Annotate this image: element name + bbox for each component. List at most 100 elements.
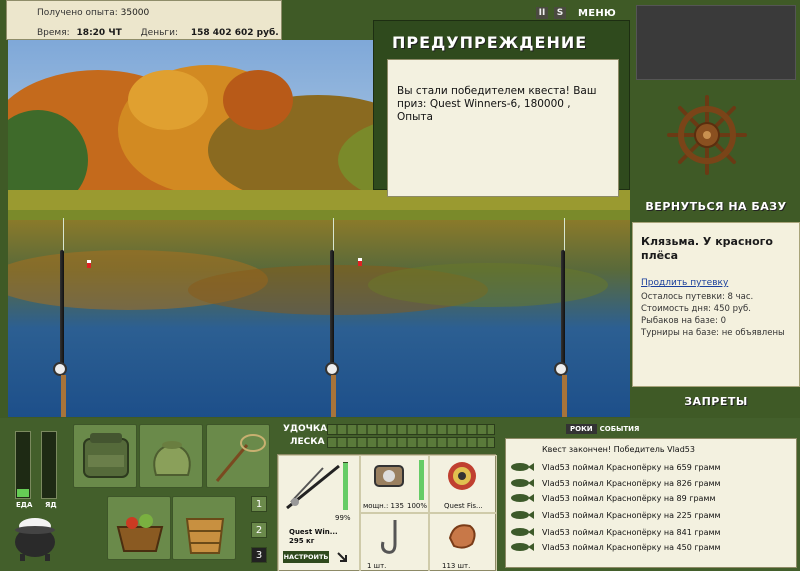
float-1[interactable]	[87, 260, 91, 268]
food-gauge-fill	[17, 489, 29, 497]
rod-handle-3	[562, 375, 567, 417]
reel-durability-bar	[419, 460, 424, 500]
setup-button[interactable]: НАСТРОИТЬ	[283, 551, 329, 563]
food-gauge	[15, 431, 31, 499]
bait-count: 113 шт.	[442, 562, 471, 570]
bans-button[interactable]: ЗАПРЕТЫ	[636, 395, 796, 408]
fishing-rod-icon	[286, 464, 340, 510]
event-text: Vlad53 поймал Краснопёрку на 841 грамм	[542, 527, 721, 537]
line-bar-label: ЛЕСКА	[290, 437, 325, 447]
rod-3[interactable]	[561, 250, 565, 370]
tab-roki[interactable]: РОКИ	[566, 424, 597, 434]
events-tabs: РОКИ СОБЫТИЯ	[566, 422, 639, 436]
reel-power: мощн.: 135	[363, 502, 404, 510]
food-basket-slot[interactable]	[107, 496, 171, 560]
basket-icon	[116, 514, 164, 552]
rod-strength-bar	[327, 424, 495, 435]
hook-cell[interactable]: 1 шт.	[360, 513, 429, 571]
event-row: Vlad53 поймал Краснопёрку на 659 грамм	[510, 460, 721, 474]
warning-dialog: ПРЕДУПРЕЖДЕНИЕ Вы стали победителем квес…	[373, 20, 630, 197]
warning-title: ПРЕДУПРЕЖДЕНИЕ	[392, 33, 588, 52]
rod-durability-bar	[343, 462, 348, 510]
location-panel: Клязьма. У красного плёса Продлить путев…	[632, 222, 800, 387]
bag-slot[interactable]	[139, 424, 203, 488]
warning-message: Вы стали победителем квеста! Ваш приз: Q…	[387, 59, 619, 197]
menu-button[interactable]: МЕНЮ	[578, 8, 616, 19]
bait-shrimp-icon	[448, 524, 476, 549]
extend-permit-link[interactable]: Продлить путевку	[641, 278, 728, 288]
cooking-pot-icon[interactable]	[10, 512, 60, 562]
event-text: Vlad53 поймал Краснопёрку на 659 грамм	[542, 462, 721, 472]
rod-2[interactable]	[330, 250, 334, 370]
backpack-slot[interactable]	[73, 424, 137, 488]
location-name: Клязьма. У красного плёса	[641, 235, 773, 262]
reel-1[interactable]	[53, 362, 67, 376]
experience-value: 35000	[120, 8, 150, 18]
arrow-down-right-icon[interactable]	[337, 552, 349, 564]
money-value: 158 402 602 руб.	[190, 28, 279, 38]
page-2-button[interactable]: 2	[251, 522, 267, 538]
fish-icon	[511, 528, 534, 536]
backpack-icon	[83, 433, 129, 478]
fishers-count: Рыбаков на базе: 0	[641, 316, 726, 326]
time-value: 18:20 ЧТ	[76, 28, 122, 38]
rod-1[interactable]	[60, 250, 64, 370]
float-2[interactable]	[358, 258, 362, 266]
event-row: Vlad53 поймал Краснопёрку на 225 грамм	[510, 508, 721, 522]
hook-icon	[381, 520, 397, 554]
event-row: Vlad53 поймал Краснопёрку на 841 грамм	[510, 525, 721, 539]
fishing-line-spool-icon	[448, 462, 476, 490]
permit-remaining: Осталось путевки: 8 час.	[641, 292, 754, 302]
net-slot[interactable]	[206, 424, 270, 488]
time-money-readout: Время: 18:20 ЧТ Деньги: 158 402 602 руб.	[37, 28, 279, 38]
fish-icon	[511, 479, 534, 487]
event-text: Vlad53 поймал Краснопёрку на 89 грамм	[542, 493, 716, 503]
experience-readout: Получено опыта: 35000	[37, 8, 149, 18]
event-text: Vlad53 поймал Краснопёрку на 826 грамм	[542, 478, 721, 488]
fish-icon	[511, 543, 534, 551]
wooden-bucket-icon	[185, 518, 225, 554]
food-label: ЕДА	[16, 501, 33, 509]
ad-banner	[636, 5, 796, 80]
fish-icon	[511, 511, 534, 519]
bucket-slot[interactable]	[172, 496, 236, 560]
experience-label: Получено опыта:	[37, 8, 118, 18]
page-1-button[interactable]: 1	[251, 496, 267, 512]
page-3-button[interactable]: 3	[251, 547, 267, 563]
fish-icon	[511, 494, 534, 502]
player-info-panel: Получено опыта: 35000 Время: 18:20 ЧТ Де…	[6, 0, 282, 40]
tab-events[interactable]: СОБЫТИЯ	[600, 425, 640, 433]
pause-button[interactable]: II	[536, 7, 548, 19]
fish-icon	[511, 463, 534, 471]
line-name: Quest Fis...	[444, 502, 483, 510]
reel-3[interactable]	[554, 362, 568, 376]
reel-2[interactable]	[325, 362, 339, 376]
landing-net-icon	[215, 434, 266, 482]
hook-count: 1 шт.	[367, 562, 387, 570]
rod-percent: 99%	[335, 514, 351, 522]
poison-label: ЯД	[45, 501, 57, 509]
line-strength-bar	[327, 437, 495, 448]
money-label: Деньги:	[140, 28, 178, 38]
top-toolbar: II S МЕНЮ	[536, 6, 616, 20]
return-to-base-button[interactable]: ВЕРНУТЬСЯ НА БАЗУ	[636, 200, 796, 213]
event-row: Vlad53 поймал Краснопёрку на 450 грамм	[510, 540, 721, 554]
day-cost: Стоимость дня: 450 руб.	[641, 304, 751, 314]
line-cell[interactable]: Quest Fis...	[429, 455, 497, 513]
rod-bar-label: УДОЧКА	[283, 424, 328, 434]
ship-wheel-icon[interactable]	[665, 93, 749, 177]
events-header: Квест закончен! Победитель Vlad53	[542, 445, 695, 454]
events-panel: Квест закончен! Победитель Vlad53 Vlad53…	[505, 438, 797, 568]
bait-cell[interactable]: 113 шт.	[429, 513, 497, 571]
event-text: Vlad53 поймал Краснопёрку на 225 грамм	[542, 510, 721, 520]
sound-button[interactable]: S	[554, 7, 566, 19]
rod-name: Quest Win...	[289, 528, 338, 536]
rod-handle-1	[61, 375, 66, 417]
sack-icon	[153, 441, 191, 476]
rod-cell[interactable]: 99% Quest Win... 295 кг НАСТРОИТЬ	[278, 455, 360, 571]
reel-icon	[374, 465, 404, 487]
time-label: Время:	[37, 28, 70, 38]
reel-cell[interactable]: мощн.: 135 100%	[360, 455, 429, 513]
event-text: Vlad53 поймал Краснопёрку на 450 грамм	[542, 542, 721, 552]
rod-weight: 295 кг	[289, 537, 315, 545]
